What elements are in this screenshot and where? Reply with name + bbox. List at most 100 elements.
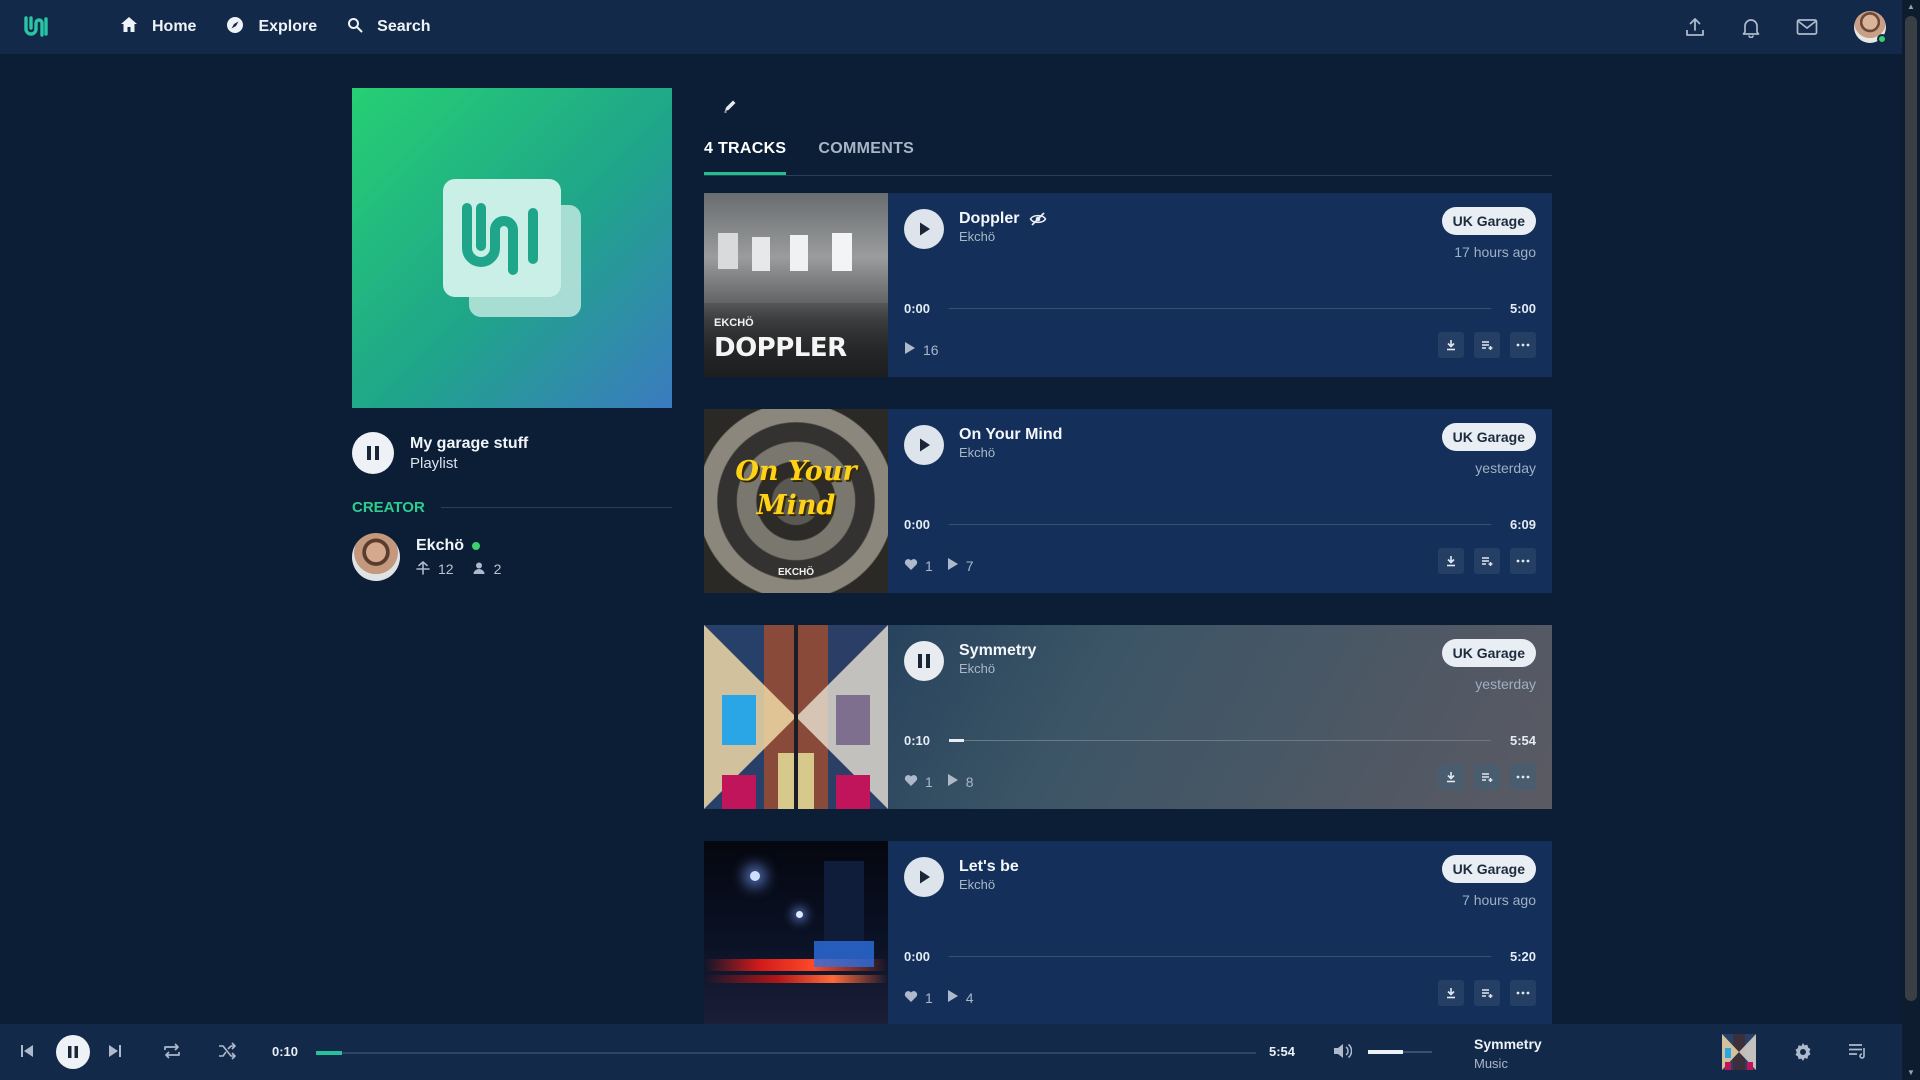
now-playing-title[interactable]: Symmetry xyxy=(1474,1036,1542,1052)
heart-icon xyxy=(904,990,918,1006)
online-status-indicator xyxy=(1877,34,1887,44)
now-playing-subtitle: Music xyxy=(1474,1056,1508,1071)
track-artwork[interactable] xyxy=(704,841,888,1024)
creator-name[interactable]: Ekchö xyxy=(416,537,464,555)
add-to-queue-button[interactable] xyxy=(1474,980,1500,1006)
genre-tag[interactable]: UK Garage xyxy=(1441,855,1536,883)
download-button[interactable] xyxy=(1438,548,1464,574)
creator-card[interactable]: Ekchö 12 2 xyxy=(352,533,519,581)
track-waveform-progress[interactable] xyxy=(949,524,1491,525)
user-avatar[interactable] xyxy=(1854,11,1887,44)
repeat-icon xyxy=(164,1043,180,1059)
track-waveform-progress[interactable] xyxy=(949,739,1491,742)
track-card-on-your-mind[interactable]: On Your Mind EKCHÖ On Your Mind Ekchö UK… xyxy=(704,409,1552,593)
more-dots-icon xyxy=(1516,991,1530,995)
more-options-button[interactable] xyxy=(1510,548,1536,574)
queue-button[interactable] xyxy=(1848,1043,1868,1059)
scrollbar-thumb[interactable] xyxy=(1905,16,1917,1001)
more-options-button[interactable] xyxy=(1510,332,1536,358)
next-track-button[interactable] xyxy=(108,1044,122,1058)
now-playing-artwork[interactable] xyxy=(1722,1034,1756,1070)
volume-button[interactable] xyxy=(1332,1042,1352,1060)
play-icon xyxy=(920,438,930,452)
play-icon xyxy=(920,222,930,236)
artwork-title-text: DOPPLER xyxy=(714,333,847,363)
track-title[interactable]: Symmetry xyxy=(959,642,1036,660)
scroll-down-arrow-icon[interactable]: ▼ xyxy=(1906,1068,1916,1078)
track-play-button[interactable] xyxy=(904,209,944,249)
download-button[interactable] xyxy=(1438,980,1464,1006)
search-icon xyxy=(347,17,363,38)
shuffle-button[interactable] xyxy=(217,1042,237,1060)
nav-search[interactable]: Search xyxy=(347,17,431,38)
track-current-time: 0:00 xyxy=(904,517,931,532)
genre-tag[interactable]: UK Garage xyxy=(1441,423,1536,451)
heart-icon xyxy=(904,558,918,574)
track-title[interactable]: Doppler xyxy=(959,210,1019,228)
track-artwork[interactable] xyxy=(704,625,888,809)
track-card-doppler[interactable]: EKCHÖ DOPPLER Doppler Ekchö UK Garage 17… xyxy=(704,193,1552,377)
track-card-symmetry[interactable]: Symmetry Ekchö UK Garage yesterday 0:10 … xyxy=(704,625,1552,809)
scroll-up-arrow-icon[interactable]: ▲ xyxy=(1906,2,1916,12)
pause-icon xyxy=(68,1046,78,1058)
messages-mail-icon[interactable] xyxy=(1794,14,1820,40)
topbar-actions xyxy=(1652,0,1887,54)
track-artist[interactable]: Ekchö xyxy=(959,445,995,460)
app-logo-icon[interactable] xyxy=(22,13,50,41)
volume-slider[interactable] xyxy=(1368,1050,1432,1054)
track-duration: 6:09 xyxy=(1509,517,1536,532)
track-play-button[interactable] xyxy=(904,425,944,465)
player-current-time: 0:10 xyxy=(272,1044,299,1059)
track-play-button[interactable] xyxy=(904,857,944,897)
skip-previous-icon xyxy=(21,1045,33,1057)
track-current-time: 0:10 xyxy=(904,733,931,748)
artwork-artist-text: EKCHÖ xyxy=(714,317,754,329)
previous-track-button[interactable] xyxy=(20,1044,34,1058)
notifications-bell-icon[interactable] xyxy=(1738,14,1764,40)
window-shape xyxy=(718,233,738,269)
home-icon xyxy=(120,16,138,38)
add-to-queue-button[interactable] xyxy=(1474,764,1500,790)
settings-button[interactable] xyxy=(1793,1042,1813,1062)
track-artwork[interactable]: On Your Mind EKCHÖ xyxy=(704,409,888,593)
nav-explore[interactable]: Explore xyxy=(226,16,317,39)
download-button[interactable] xyxy=(1438,332,1464,358)
followers-icon xyxy=(472,561,486,578)
volume-level-fill xyxy=(1368,1050,1404,1054)
track-pause-button[interactable] xyxy=(904,641,944,681)
playlist-pause-button[interactable] xyxy=(352,432,394,474)
player-progress-bar[interactable] xyxy=(316,1051,1256,1055)
upload-icon[interactable] xyxy=(1682,14,1708,40)
playlist-cover-art xyxy=(352,88,672,408)
edit-pencil-icon[interactable] xyxy=(722,98,738,114)
page-scrollbar[interactable]: ▲ ▼ xyxy=(1902,0,1920,1080)
nav-home[interactable]: Home xyxy=(120,16,196,38)
pause-icon xyxy=(367,446,379,460)
track-current-time: 0:00 xyxy=(904,949,931,964)
creator-avatar[interactable] xyxy=(352,533,400,581)
repeat-button[interactable] xyxy=(162,1042,182,1060)
more-options-button[interactable] xyxy=(1510,980,1536,1006)
track-title[interactable]: On Your Mind xyxy=(959,426,1062,444)
genre-tag[interactable]: UK Garage xyxy=(1441,639,1536,667)
add-to-queue-button[interactable] xyxy=(1474,548,1500,574)
creator-followers-count: 2 xyxy=(493,561,502,577)
track-waveform-progress[interactable] xyxy=(949,956,1491,957)
track-card-lets-be[interactable]: Let's be Ekchö UK Garage 7 hours ago 0:0… xyxy=(704,841,1552,1024)
add-to-queue-button[interactable] xyxy=(1474,332,1500,358)
download-button[interactable] xyxy=(1438,764,1464,790)
blue-glow xyxy=(814,941,874,967)
track-artwork[interactable]: EKCHÖ DOPPLER xyxy=(704,193,888,377)
player-pause-button[interactable] xyxy=(56,1035,90,1069)
track-artist[interactable]: Ekchö xyxy=(959,229,995,244)
track-artist[interactable]: Ekchö xyxy=(959,877,995,892)
more-options-button[interactable] xyxy=(1510,764,1536,790)
tab-comments[interactable]: COMMENTS xyxy=(818,140,914,175)
track-waveform-progress[interactable] xyxy=(949,308,1491,309)
track-title[interactable]: Let's be xyxy=(959,858,1019,876)
top-navigation-bar: Home Explore Search xyxy=(0,0,1902,54)
genre-tag[interactable]: UK Garage xyxy=(1441,207,1536,235)
tab-tracks[interactable]: 4 TRACKS xyxy=(704,140,787,175)
track-artist[interactable]: Ekchö xyxy=(959,661,995,676)
track-duration: 5:54 xyxy=(1509,733,1536,748)
